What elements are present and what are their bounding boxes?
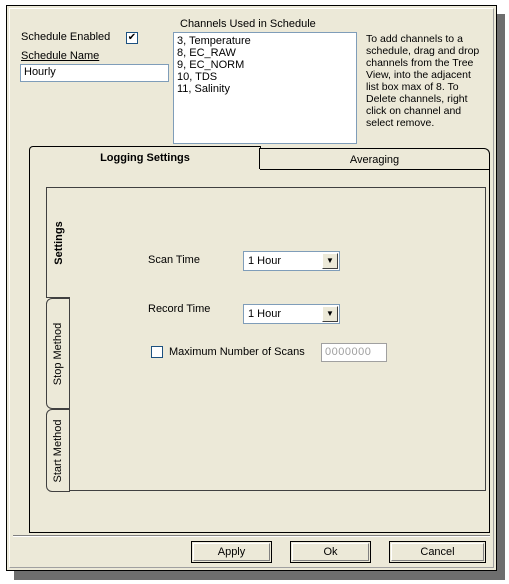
vtab-start-method-label: Start Method bbox=[52, 419, 64, 482]
settings-panel bbox=[68, 187, 486, 491]
channels-listbox[interactable]: 3, Temperature 8, EC_RAW 9, EC_NORM 10, … bbox=[173, 32, 357, 144]
record-time-value: 1 Hour bbox=[248, 308, 282, 320]
tab-averaging[interactable]: Averaging bbox=[259, 148, 490, 170]
vtab-settings[interactable]: Settings bbox=[46, 187, 70, 298]
tab-divider bbox=[260, 169, 489, 170]
channel-item[interactable]: 9, EC_NORM bbox=[177, 59, 353, 71]
vtab-settings-label: Settings bbox=[52, 220, 65, 265]
chevron-down-icon[interactable]: ▼ bbox=[322, 253, 338, 269]
apply-button-label: Apply bbox=[217, 546, 246, 558]
channel-item[interactable]: 11, Salinity bbox=[177, 83, 353, 95]
check-icon: ✔ bbox=[127, 32, 137, 43]
vtab-start-method[interactable]: Start Method bbox=[46, 409, 70, 492]
cancel-button-label: Cancel bbox=[420, 546, 455, 558]
record-time-label: Record Time bbox=[148, 303, 211, 315]
scan-time-select[interactable]: 1 Hour ▼ bbox=[243, 251, 340, 271]
bottom-separator bbox=[13, 535, 490, 537]
channels-label: Channels Used in Schedule bbox=[180, 18, 316, 30]
vtab-stop-method[interactable]: Stop Method bbox=[46, 298, 70, 409]
record-time-select[interactable]: 1 Hour ▼ bbox=[243, 304, 340, 324]
vtab-stop-method-label: Stop Method bbox=[52, 322, 64, 385]
chevron-down-icon[interactable]: ▼ bbox=[322, 306, 338, 322]
ok-button[interactable]: Ok bbox=[290, 541, 371, 563]
max-scans-input[interactable]: 0000000 bbox=[321, 343, 387, 362]
ok-button-label: Ok bbox=[323, 546, 338, 558]
channel-item[interactable]: 8, EC_RAW bbox=[177, 47, 353, 59]
max-scans-checkbox[interactable] bbox=[151, 346, 163, 358]
channels-help-text: To add channels to a schedule, drag and … bbox=[366, 33, 480, 129]
tab-logging-settings[interactable]: Logging Settings bbox=[29, 146, 261, 170]
scan-time-value: 1 Hour bbox=[248, 255, 282, 267]
scan-time-label: Scan Time bbox=[148, 254, 200, 266]
schedule-dialog: Schedule Enabled ✔ Schedule Name Hourly … bbox=[6, 5, 497, 571]
tab-averaging-label: Averaging bbox=[349, 154, 400, 166]
schedule-enabled-label: Schedule Enabled bbox=[21, 31, 111, 43]
max-scans-label: Maximum Number of Scans bbox=[169, 346, 305, 358]
cancel-button[interactable]: Cancel bbox=[389, 541, 486, 563]
apply-button[interactable]: Apply bbox=[191, 541, 272, 563]
channel-item[interactable]: 3, Temperature bbox=[177, 35, 353, 47]
schedule-enabled-checkbox[interactable]: ✔ bbox=[126, 32, 138, 44]
tab-logging-settings-label: Logging Settings bbox=[100, 152, 190, 164]
channel-item[interactable]: 10, TDS bbox=[177, 71, 353, 83]
schedule-name-input[interactable]: Hourly bbox=[20, 64, 169, 82]
schedule-name-label: Schedule Name bbox=[21, 50, 100, 62]
